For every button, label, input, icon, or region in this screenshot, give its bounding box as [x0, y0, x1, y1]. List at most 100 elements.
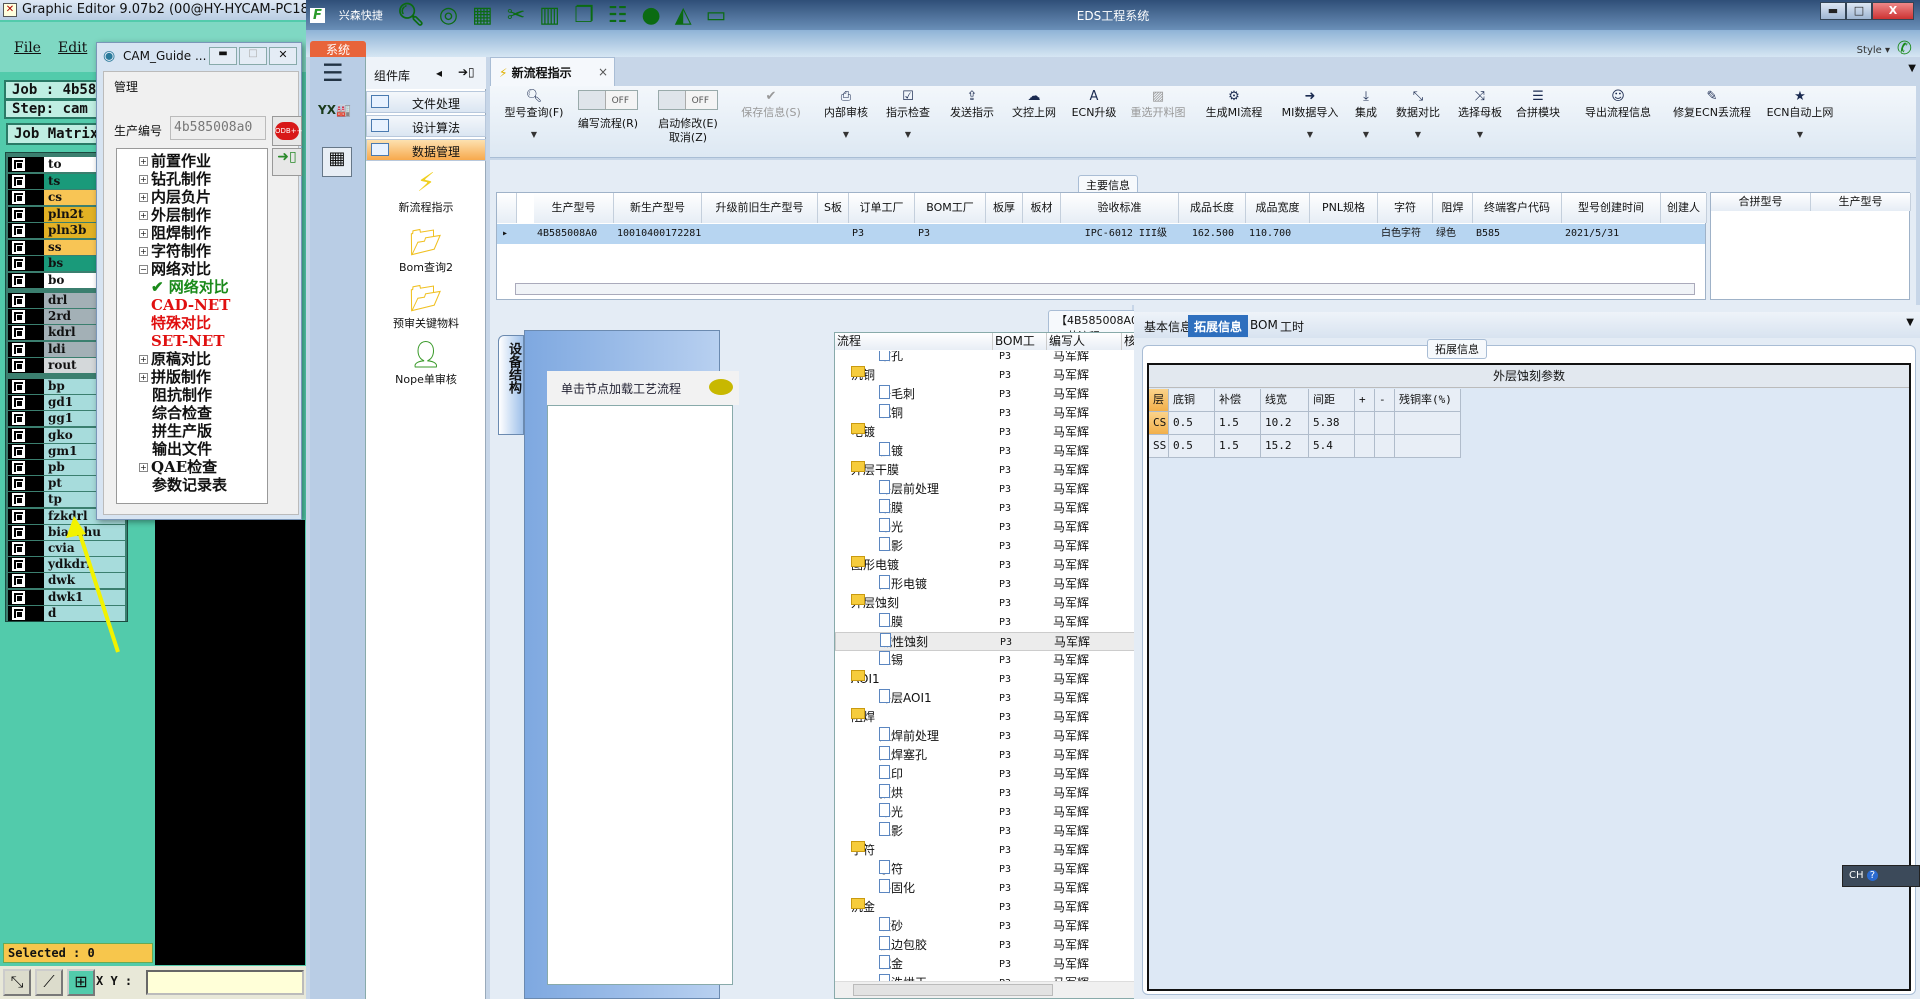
expand-icon[interactable]: +	[139, 355, 148, 364]
maximize-button[interactable]: □	[239, 47, 267, 65]
guide-tree-item[interactable]: + 内层负片	[139, 188, 211, 206]
copy-icon[interactable]: ❐	[574, 3, 594, 28]
close-button[interactable]: ✕	[269, 47, 297, 65]
column-header[interactable]: BOM工厂	[993, 333, 1047, 350]
expand-icon[interactable]: +	[139, 157, 148, 166]
column-header[interactable]: 新生产型号	[614, 193, 702, 223]
toolbar-btn-9[interactable]: ▨ 重选开料图	[1118, 90, 1198, 120]
layer-checkbox[interactable]	[12, 224, 25, 237]
layer-checkbox[interactable]	[12, 509, 25, 523]
minimize-button[interactable]: ▬	[1820, 2, 1846, 20]
search-icon[interactable]: 🔍︎	[397, 3, 425, 28]
table-cell[interactable]	[1375, 412, 1395, 435]
expand-icon[interactable]: +	[139, 463, 148, 472]
layer-checkbox[interactable]	[12, 174, 25, 188]
layer-checkbox[interactable]	[12, 380, 25, 393]
device-structure-tree[interactable]	[547, 405, 733, 985]
exit-door-button[interactable]: ➜▯	[272, 148, 302, 176]
guide-tree-item[interactable]: + 阻焊制作	[139, 224, 211, 242]
layer-checkbox[interactable]	[12, 542, 25, 555]
guide-tree-item[interactable]: + QAE检查	[139, 458, 217, 476]
toolbar-btn-0[interactable]: 🔍︎ 型号查询(F) ▼	[494, 90, 574, 142]
grid-cell[interactable]: 110.700	[1246, 224, 1310, 244]
graphics-canvas[interactable]	[155, 520, 305, 965]
laptop-icon[interactable]: ▭	[706, 3, 727, 28]
menu-file[interactable]: File	[14, 40, 41, 56]
guide-tree-item[interactable]: ✔ 网络对比	[151, 278, 229, 296]
grid-cell[interactable]: 白色字符	[1378, 224, 1433, 244]
collapse-icon[interactable]: −	[139, 265, 148, 274]
toolbar-btn-15[interactable]: ☰ 合拼模块	[1498, 90, 1578, 120]
column-header[interactable]: 合拼型号	[1711, 193, 1811, 211]
column-header[interactable]: 板厚	[986, 193, 1023, 223]
grid-cell[interactable]: 绿色	[1433, 224, 1473, 244]
menu-manage[interactable]: 管理	[114, 78, 138, 95]
column-header[interactable]: 创建人	[1661, 193, 1707, 223]
table-cell[interactable]: 5.4	[1309, 435, 1355, 458]
guide-tree-item[interactable]: + 前置作业	[139, 152, 211, 170]
layer-checkbox[interactable]	[12, 326, 25, 340]
grid-cell[interactable]: 2021/5/31	[1562, 224, 1661, 244]
column-header[interactable]: 编写人	[1047, 333, 1122, 350]
column-header[interactable]: 底铜(oz)	[1169, 389, 1215, 428]
grid-cell[interactable]	[1661, 224, 1707, 244]
table-cell[interactable]: CS	[1149, 412, 1169, 435]
grid-cell[interactable]	[702, 224, 818, 244]
table-cell[interactable]: SS	[1149, 435, 1169, 458]
table-cell[interactable]: 15.2	[1261, 435, 1309, 458]
yx-factory-icon[interactable]: YX🏭	[318, 103, 351, 117]
column-header[interactable]: 板材	[1023, 193, 1061, 223]
column-header[interactable]: 成品长度	[1179, 193, 1246, 223]
guide-tree-item[interactable]: 阻抗制作	[152, 386, 212, 404]
close-button[interactable]: X	[1872, 2, 1914, 20]
layer-checkbox[interactable]	[12, 606, 25, 620]
toolbar-btn-17[interactable]: ✎ 修复ECN丢流程	[1672, 90, 1752, 120]
close-tab-icon[interactable]: ×	[598, 65, 608, 79]
guide-tree-item[interactable]: 输出文件	[152, 440, 212, 458]
table-cell[interactable]: 0.5	[1169, 435, 1215, 458]
guide-tree-item[interactable]: 拼生产版	[152, 422, 212, 440]
layer-checkbox[interactable]	[12, 525, 25, 539]
component-new-process[interactable]: ⚡ 新流程指示	[366, 167, 486, 215]
grid-cell[interactable]: 10010400172281	[614, 224, 702, 244]
guide-tree-item[interactable]: 特殊对比	[151, 314, 211, 332]
layer-checkbox[interactable]	[12, 191, 25, 204]
lifebuoy-icon[interactable]: ◎	[439, 3, 458, 28]
dropdown-arrow-icon[interactable]: ▼	[868, 128, 948, 142]
layer-checkbox[interactable]	[12, 444, 25, 458]
layer-checkbox[interactable]	[12, 590, 25, 604]
column-header[interactable]: 订单工厂	[849, 193, 915, 223]
layer-checkbox[interactable]	[12, 240, 25, 254]
toolbar-btn-2[interactable]: OFF 启动修改(E) 取消(Z)	[648, 90, 728, 145]
column-header[interactable]: 间距(mil)	[1309, 389, 1355, 428]
guide-tree-item[interactable]: 综合检查	[152, 404, 212, 422]
layer-checkbox[interactable]	[12, 294, 25, 307]
layer-checkbox[interactable]	[12, 257, 25, 270]
help-icon[interactable]: ?	[1866, 870, 1879, 881]
expand-icon[interactable]: +	[139, 193, 148, 202]
scrollbar-thumb[interactable]	[853, 984, 1053, 996]
grid-cell[interactable]: 162.500	[1179, 224, 1246, 244]
toggle-switch[interactable]: OFF	[578, 90, 638, 110]
layer-checkbox[interactable]	[12, 342, 25, 356]
column-header[interactable]: 型号创建时间	[1562, 193, 1661, 223]
grid-icon[interactable]: ⊞	[67, 969, 95, 996]
column-header[interactable]: 字符	[1378, 193, 1433, 223]
table-cell[interactable]	[1355, 435, 1375, 458]
column-header[interactable]: +	[1355, 389, 1375, 412]
layer-checkbox[interactable]	[12, 558, 25, 572]
layer-checkbox[interactable]	[12, 310, 25, 324]
column-header[interactable]: -	[1375, 389, 1395, 412]
toolbar-btn-10[interactable]: ⚙ 生成MI流程	[1194, 90, 1274, 120]
dropdown-arrow-icon[interactable]: ▼	[1760, 128, 1840, 142]
toggle-switch[interactable]: OFF	[658, 90, 718, 110]
table-cell[interactable]: 0.5	[1169, 412, 1215, 435]
menu-edit[interactable]: Edit	[58, 40, 87, 56]
guide-tree-item[interactable]: + 拼版制作	[139, 368, 211, 386]
table-cell[interactable]: 5.38	[1309, 412, 1355, 435]
grid-cell[interactable]	[818, 224, 849, 244]
tab-detail-3[interactable]: 工时	[1274, 315, 1310, 337]
grid-cell[interactable]: P3	[915, 224, 986, 244]
minimize-button[interactable]: ▬	[209, 47, 237, 65]
grid-cell[interactable]	[986, 224, 1023, 244]
